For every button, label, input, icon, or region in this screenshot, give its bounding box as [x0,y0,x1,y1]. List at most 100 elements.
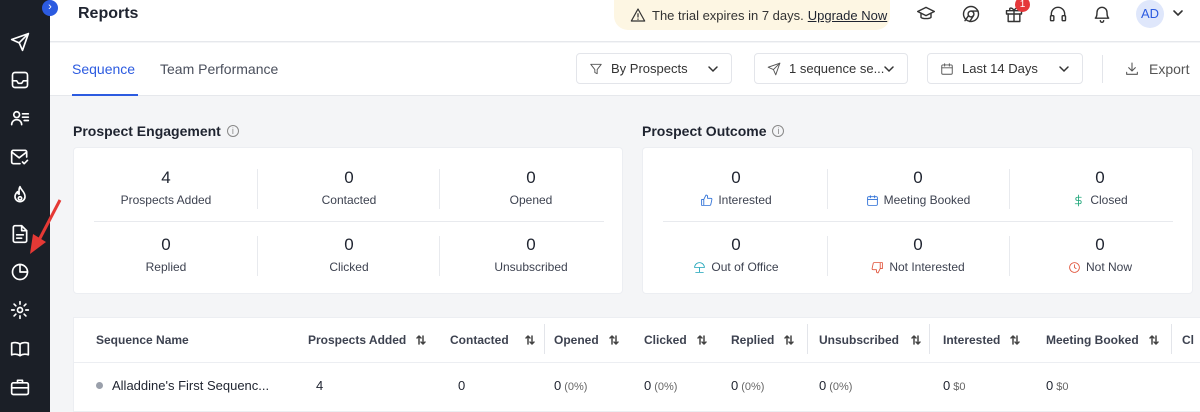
stat-label: Replied [145,260,187,274]
cell-prospects-added: 4 [316,378,324,393]
date-range-dropdown[interactable]: Last 14 Days [927,53,1083,84]
column-divider [1171,324,1172,354]
stat-value: 0 [731,235,741,254]
cell-value: 0 [819,378,827,393]
column-header-label: Cl [1182,333,1194,347]
stat-value: 0 [526,168,536,187]
inbox-icon[interactable] [9,69,31,91]
column-header-opened[interactable]: Opened [554,333,620,347]
stat-interested: 0 Interested [645,168,827,207]
sort-icon[interactable] [1009,334,1021,346]
prospects-filter-value: By Prospects [611,61,688,76]
calendar-icon [866,194,878,206]
column-header-prospects-added[interactable]: Prospects Added [308,333,427,347]
gift-icon[interactable]: 1 [1003,0,1030,25]
upgrade-now-link[interactable]: Upgrade Now [808,8,888,23]
prospects-icon[interactable] [9,107,31,129]
stat-label: Interested [718,193,772,207]
stat-value: 0 [731,168,741,187]
chrome-icon[interactable] [960,3,982,25]
stat-label-row: Closed [1009,193,1191,207]
chevron-down-icon [1059,66,1069,73]
sequence-report-table: Sequence Name Prospects Added Contacted … [73,317,1200,412]
chevron-down-icon[interactable] [1171,6,1185,20]
reports-pie-chart-icon[interactable] [9,261,31,283]
sort-icon[interactable] [415,334,427,346]
paper-plane-icon[interactable] [9,31,31,53]
cell-interested: 0 $0 [943,378,965,393]
sequence-name-link[interactable]: Alladdine's First Sequenc... [112,378,269,393]
page-title: Reports [78,5,139,22]
sequence-filter-value: 1 sequence se... [789,61,885,76]
column-header-clicked[interactable]: Clicked [644,333,708,347]
sort-icon[interactable] [1148,334,1160,346]
sort-icon[interactable] [608,334,620,346]
calendar-icon [940,62,954,76]
stat-label: Clicked [329,260,369,274]
cell-percent: (0%) [829,381,853,393]
stat-label-row: Not Now [1009,260,1191,274]
cell-opened: 0 (0%) [554,378,587,393]
column-header-contacted[interactable]: Contacted [450,333,536,347]
bell-notification-icon[interactable] [1091,3,1113,25]
stat-label-row: Interested [645,193,827,207]
sort-icon[interactable] [783,334,795,346]
divider [94,221,604,222]
stat-label-row: Not Interested [827,260,1009,274]
stat-label: Closed [1090,193,1128,207]
column-header-label: Sequence Name [96,333,189,347]
divider [1009,236,1010,276]
mail-check-icon[interactable] [9,146,31,168]
clock-icon [1069,261,1080,273]
divider [1009,169,1010,209]
header-row-divider [74,362,1200,363]
column-header-unsubscribed[interactable]: Unsubscribed [819,333,922,347]
info-icon[interactable]: i [226,125,239,137]
toolbar-divider [1102,55,1103,83]
stat-unsubscribed: 0 Unsubscribed [440,235,622,274]
export-button[interactable]: Export [1124,61,1189,77]
column-header-closed[interactable]: Cl [1182,333,1194,347]
prospects-filter-dropdown[interactable]: By Prospects [576,53,732,84]
table-row-sequence-name[interactable]: Alladdine's First Sequenc... [96,378,269,393]
sort-icon[interactable] [524,334,536,346]
export-label: Export [1149,61,1190,77]
stat-value: 0 [1095,235,1105,254]
stat-label-row: Meeting Booked [827,193,1009,207]
column-header-interested[interactable]: Interested [943,333,1021,347]
column-header-replied[interactable]: Replied [731,333,795,347]
briefcase-icon[interactable] [9,376,31,398]
headset-support-icon[interactable] [1047,3,1069,25]
stat-closed: 0 Closed [1009,168,1191,207]
book-icon[interactable] [9,338,31,360]
dollar-icon [1075,194,1082,206]
stat-meeting-booked: 0 Meeting Booked [827,168,1009,207]
chevron-down-icon [884,66,894,73]
download-icon [1126,62,1138,75]
sidebar-toggle-chevron-icon[interactable]: › [42,0,58,16]
gift-badge: 1 [1015,0,1030,12]
tab-sequence[interactable]: Sequence [72,61,135,77]
column-header-label: Prospects Added [308,333,407,347]
date-range-value: Last 14 Days [962,61,1038,76]
stat-label: Not Now [1085,260,1132,274]
prospect-engagement-card: 4 Prospects Added 0 Contacted 0 Opened 0… [73,147,623,294]
sequence-filter-dropdown[interactable]: 1 sequence se... [754,53,908,84]
sort-icon[interactable] [696,334,708,346]
info-icon[interactable]: i [772,125,785,137]
trial-text: The trial expires in 7 days. [652,7,804,23]
active-tab-indicator [72,94,138,96]
stat-value: 0 [526,235,536,254]
cell-amount: $0 [1056,381,1069,393]
prospect-outcome-card: 0 Interested 0 Meeting Booked 0 Closed 0… [642,147,1193,294]
graduation-cap-icon[interactable] [915,3,937,25]
trial-banner: The trial expires in 7 days. Upgrade Now [614,0,890,30]
settings-gear-icon[interactable] [9,299,31,321]
annotation-arrow-icon [30,199,62,254]
stat-replied: 0 Replied [75,235,257,274]
tab-team-performance[interactable]: Team Performance [160,61,278,77]
avatar[interactable]: AD [1136,0,1164,28]
sort-icon[interactable] [910,334,922,346]
column-header-meeting-booked[interactable]: Meeting Booked [1046,333,1160,347]
divider [827,236,828,276]
